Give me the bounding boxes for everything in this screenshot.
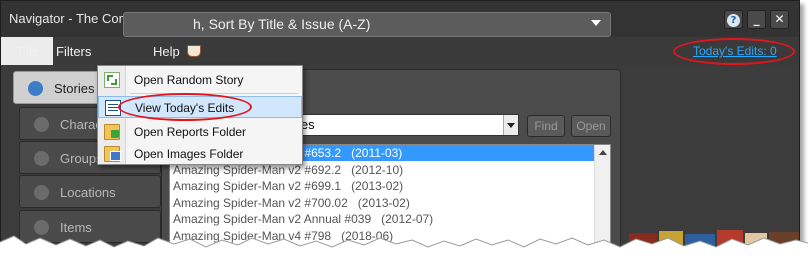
images-folder-icon [104, 146, 121, 162]
close-button[interactable]: ✕ [770, 10, 789, 29]
random-arrows-icon [104, 72, 120, 88]
minimize-button[interactable]: _ [747, 10, 766, 29]
stories-radio-icon [28, 81, 43, 96]
navigator-window: Navigator - The Comic Book Index - Versi… [0, 0, 800, 250]
coffee-cup-icon[interactable] [187, 45, 201, 57]
help-button[interactable]: ? [724, 10, 743, 29]
scroll-up-icon[interactable] [599, 150, 607, 155]
menu-help[interactable]: Help [153, 44, 180, 59]
story-date: (2013-02) [357, 195, 410, 210]
open-button[interactable]: Open [571, 115, 611, 137]
sidebar-item-locations[interactable]: Locations [19, 175, 161, 208]
menu-bar: File Filters Help Today's Edits: 0 [1, 37, 799, 65]
story-date: (2013-02) [351, 179, 404, 193]
minimize-icon: _ [753, 12, 760, 26]
characters-radio-icon [34, 117, 49, 132]
search-combobox[interactable] [291, 114, 519, 136]
menu-filters[interactable]: Filters [56, 44, 91, 59]
menu-item-open-images-folder[interactable]: Open Images Folder [98, 143, 302, 165]
list-item[interactable]: Amazing Spider-Man v2 Annual #039 (2012-… [170, 211, 594, 227]
sort-dropdown-value: h, Sort By Title & Issue (A-Z) [193, 16, 371, 32]
list-item[interactable]: Amazing Spider-Man v2 #699.1 (2013-02) [170, 178, 594, 194]
sidebar-item-label: Locations [60, 185, 116, 200]
torn-paper-edge [0, 235, 808, 259]
list-item[interactable]: Amazing Spider-Man v2 #700.02 (2013-02) [170, 195, 594, 211]
menu-item-open-reports-folder[interactable]: Open Reports Folder [98, 121, 302, 143]
story-date: (2012-07) [381, 212, 434, 226]
menu-item-label: Open Images Folder [134, 147, 244, 161]
locations-radio-icon [34, 185, 49, 200]
menu-item-open-random-story[interactable]: Open Random Story [98, 69, 302, 91]
annotation-ellipse-todays-edits [673, 38, 795, 65]
reports-folder-icon [104, 124, 120, 140]
menu-item-label: Open Random Story [134, 73, 244, 87]
close-icon: ✕ [774, 12, 785, 26]
chevron-down-icon[interactable] [591, 20, 601, 26]
help-icon: ? [727, 14, 740, 27]
menu-file[interactable]: File [18, 44, 39, 59]
story-title: Amazing Spider-Man v2 Annual #039 [173, 212, 372, 226]
sidebar-item-label: Stories [54, 81, 95, 96]
annotation-ellipse-view-todays-edits [118, 93, 252, 121]
story-title: Amazing Spider-Man v2 #700.02 [173, 195, 348, 210]
story-date: (2011-03) [351, 146, 403, 160]
story-date: (2012-10) [351, 162, 404, 177]
story-title: Amazing Spider-Man v2 #699.1 [173, 179, 342, 193]
chevron-down-icon [507, 123, 515, 128]
find-button[interactable]: Find [527, 115, 565, 137]
menu-item-label: Open Reports Folder [134, 125, 247, 139]
groups-radio-icon [34, 151, 49, 166]
